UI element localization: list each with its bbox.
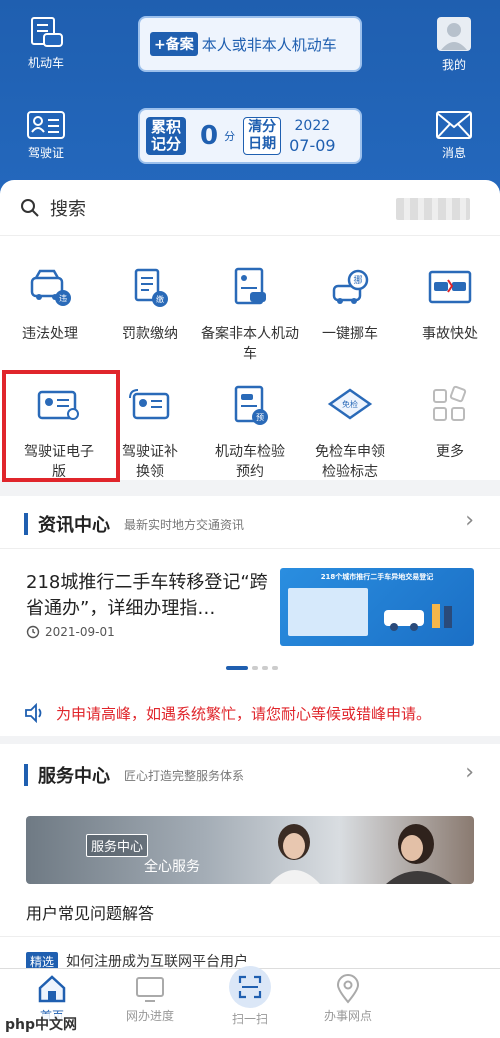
service-exempt[interactable]: 免检 免检车申领检验标志 xyxy=(300,384,400,482)
notice-text: 为申请高峰，如遇系统繁忙，请您耐心等候或错峰申请。 xyxy=(56,704,432,723)
score-label: 累积记分 xyxy=(146,117,186,155)
exempt-inspection-icon: 免检 xyxy=(327,388,373,420)
accident-icon xyxy=(428,270,472,304)
service-subtitle: 匠心打造完整服务体系 xyxy=(124,768,245,783)
clear-day: 07-09 xyxy=(289,136,336,155)
license-icon xyxy=(27,111,65,139)
license-button[interactable]: 驾驶证 xyxy=(14,110,78,161)
score-panel[interactable]: 累积记分 0 分 清分日期 2022 07-09 xyxy=(138,108,362,164)
scan-button-bg xyxy=(229,966,271,1008)
license-label: 驾驶证 xyxy=(27,146,64,160)
clear-date-label: 清分日期 xyxy=(243,117,282,155)
nav-progress[interactable]: 网办进度 xyxy=(110,974,190,1024)
svg-text:免检: 免检 xyxy=(342,399,358,409)
location-icon xyxy=(336,974,360,1004)
service-label: 一键挪车 xyxy=(322,326,378,342)
score-unit: 分 xyxy=(224,130,236,143)
register-vehicle-banner[interactable]: +备案 本人或非本人机动车 xyxy=(138,16,362,72)
service-label: 事故快处 xyxy=(422,326,478,342)
news-subtitle: 最新实时地方交通资讯 xyxy=(124,517,245,532)
nav-offices[interactable]: 办事网点 xyxy=(308,974,388,1024)
service-label: 罚款缴纳 xyxy=(122,326,178,342)
banner-text: 本人或非本人机动车 xyxy=(201,35,337,54)
vehicle-label: 机动车 xyxy=(27,56,64,70)
nav-label: 办事网点 xyxy=(323,1009,372,1023)
section-bar xyxy=(24,513,28,535)
news-date-row: 2021-09-01 xyxy=(26,625,115,639)
news-header[interactable]: 资讯中心 最新实时地方交通资讯 xyxy=(24,511,244,537)
service-header[interactable]: 服务中心 匠心打造完整服务体系 xyxy=(24,762,244,788)
service-violation[interactable]: 违 违法处理 xyxy=(0,266,100,344)
clock-icon xyxy=(26,625,40,639)
service-label: 免检车申领检验标志 xyxy=(315,444,385,480)
blurred-text xyxy=(396,198,470,220)
mail-icon xyxy=(436,111,472,139)
svg-text:缴: 缴 xyxy=(156,294,164,304)
divider xyxy=(0,936,500,937)
vehicle-icon xyxy=(31,17,63,47)
news-image-card xyxy=(288,588,368,636)
svg-text:挪: 挪 xyxy=(353,274,362,286)
clear-date: 2022 07-09 xyxy=(289,116,336,156)
news-image-caption: 218个城市推行二手车异地交易登记 xyxy=(320,573,434,581)
carousel-dots xyxy=(226,666,278,670)
news-title: 资讯中心 xyxy=(38,515,110,536)
notice-bar: 为申请高峰，如遇系统繁忙，请您耐心等候或错峰申请。 xyxy=(0,690,500,736)
service-move-car[interactable]: 挪 一键挪车 xyxy=(300,266,400,344)
score-value: 0 xyxy=(200,121,219,151)
service-accident[interactable]: 事故快处 xyxy=(400,266,500,344)
banner-tag: +备案 xyxy=(150,32,198,56)
news-image[interactable]: 218个城市推行二手车异地交易登记 xyxy=(280,568,474,646)
message-button[interactable]: 消息 xyxy=(422,110,486,161)
service-label: 更多 xyxy=(436,444,464,460)
service-label: 违法处理 xyxy=(22,326,78,342)
service-banner-text: 全心服务 xyxy=(144,859,200,875)
service-banner-tag: 服务中心 xyxy=(86,834,149,857)
car-illustration xyxy=(384,604,452,631)
watermark: php中文网 xyxy=(2,1014,81,1034)
my-button[interactable]: 我的 xyxy=(422,16,486,73)
move-car-icon: 挪 xyxy=(332,269,369,304)
highlight-box xyxy=(2,370,120,482)
register-vehicle-icon xyxy=(234,267,266,305)
vehicle-button[interactable]: 机动车 xyxy=(14,16,78,71)
search-input[interactable]: 搜索 xyxy=(50,195,86,221)
car-violation-icon: 违 xyxy=(30,269,71,306)
my-label: 我的 xyxy=(441,58,466,72)
news-date: 2021-09-01 xyxy=(45,625,115,639)
nav-label: 扫一扫 xyxy=(231,1012,268,1026)
fine-payment-icon: 缴 xyxy=(134,268,168,307)
license-replace-icon xyxy=(129,389,170,420)
divider xyxy=(0,548,500,549)
chevron-right-icon[interactable]: › xyxy=(465,760,474,785)
home-icon xyxy=(38,975,66,1003)
nav-label: 网办进度 xyxy=(125,1009,174,1023)
service-register[interactable]: 备案非本人机动车 xyxy=(200,266,300,364)
service-title: 服务中心 xyxy=(38,766,110,787)
more-icon xyxy=(433,385,467,421)
service-fine[interactable]: 缴 罚款缴纳 xyxy=(100,266,200,344)
svg-text:预: 预 xyxy=(256,412,264,422)
service-more[interactable]: 更多 xyxy=(400,384,500,462)
service-label: 备案非本人机动车 xyxy=(201,326,299,362)
message-label: 消息 xyxy=(441,146,466,160)
nav-scan[interactable]: 扫一扫 xyxy=(210,966,290,1027)
monitor-icon xyxy=(136,977,164,1002)
agent-illustration xyxy=(386,824,452,884)
section-bar xyxy=(24,764,28,786)
avatar-icon xyxy=(437,17,471,51)
chevron-right-icon[interactable]: › xyxy=(465,508,474,533)
service-label: 机动车检验预约 xyxy=(215,444,285,480)
inspection-booking-icon: 预 xyxy=(234,385,268,425)
scan-icon xyxy=(238,975,262,999)
agent-illustration xyxy=(270,824,320,884)
service-inspection[interactable]: 预 机动车检验预约 xyxy=(200,384,300,482)
faq-title[interactable]: 用户常见问题解答 xyxy=(26,900,154,924)
speaker-icon xyxy=(25,703,42,723)
svg-text:违: 违 xyxy=(59,294,67,303)
service-banner[interactable]: 服务中心 全心服务 xyxy=(26,816,474,884)
clear-year: 2022 xyxy=(294,118,331,134)
search-icon xyxy=(21,198,39,217)
news-headline[interactable]: 218城推行二手车转移登记“跨省通办”，详细办理指… xyxy=(26,570,270,622)
